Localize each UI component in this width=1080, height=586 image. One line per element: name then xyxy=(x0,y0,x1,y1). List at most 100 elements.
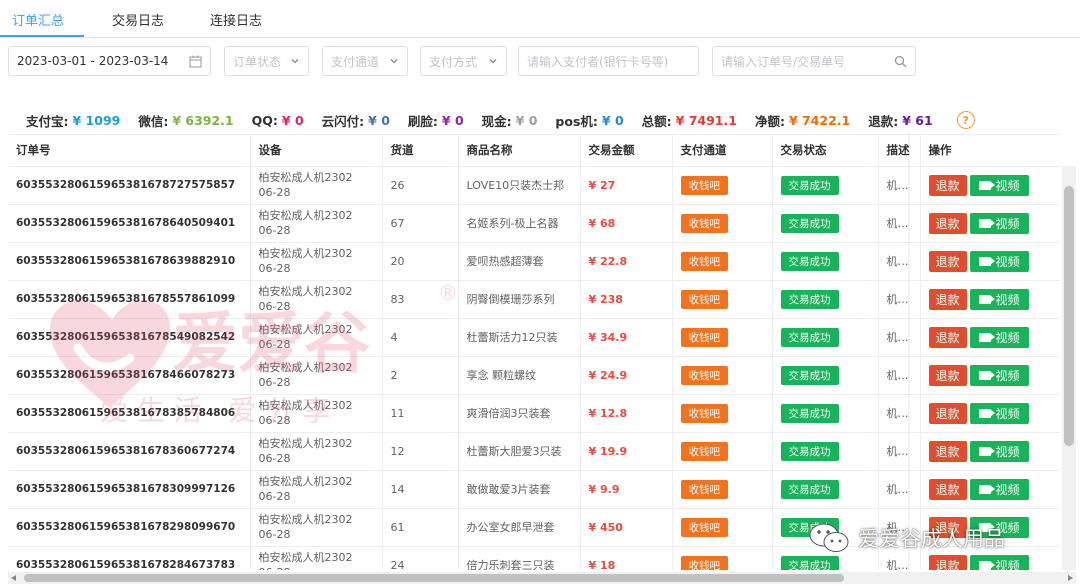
status-cell: 交易成功 xyxy=(772,318,879,357)
amount-cell: ¥ 68 xyxy=(580,204,673,243)
scroll-left-arrow-icon[interactable] xyxy=(11,575,16,581)
video-button[interactable]: 视频 xyxy=(969,440,1029,462)
pay-channel-tag: 收钱吧 xyxy=(680,365,728,385)
summary-value: ¥ 0 xyxy=(281,112,304,128)
video-button-label: 视频 xyxy=(995,444,1020,459)
description-cell: 机器出货 xyxy=(878,356,921,395)
video-camera-icon xyxy=(978,408,995,418)
order-number-cell: 603553280615965381678640509401 xyxy=(8,204,251,243)
device-cell: 柏安松成人机2302 06-28 xyxy=(250,356,383,395)
column-header: 操作 xyxy=(920,135,1060,167)
summary-value: ¥ 0 xyxy=(368,112,390,128)
status-cell: 交易成功 xyxy=(772,470,879,509)
pay-channel-cell: 收钱吧 xyxy=(672,394,773,433)
refund-button[interactable]: 退款 xyxy=(928,402,967,424)
refund-button[interactable]: 退款 xyxy=(928,288,967,310)
video-button[interactable]: 视频 xyxy=(969,174,1029,196)
refund-button[interactable]: 退款 xyxy=(928,478,967,500)
column-header: 支付通道 xyxy=(672,135,773,167)
video-button[interactable]: 视频 xyxy=(969,478,1029,500)
description-cell: 机器出货 xyxy=(878,394,921,433)
refund-button[interactable]: 退款 xyxy=(928,250,967,272)
order-table: 订单号 设备 货道 商品名称 交易金额 支付通道 交易状态 描述 操作 603553280615… xyxy=(8,134,1060,570)
tab-connection-log[interactable]: 连接日志 xyxy=(210,10,262,29)
status-badge: 交易成功 xyxy=(780,479,839,499)
chevron-down-icon xyxy=(390,59,398,64)
summary-item: 刷脸: ¥ 0 xyxy=(408,111,464,130)
refund-button[interactable]: 退款 xyxy=(928,326,967,348)
vertical-scroll-thumb[interactable] xyxy=(1064,186,1074,446)
video-button[interactable]: 视频 xyxy=(969,212,1029,234)
pay-channel-select[interactable]: 支付通道 xyxy=(322,46,408,76)
device-cell: 柏安松成人机2302 06-28 xyxy=(250,508,383,547)
status-cell: 交易成功 xyxy=(772,508,879,547)
table-row: 603553280615965381678557861099 柏安松成人机2302… xyxy=(8,280,1060,319)
table-row: 603553280615965381678309997126 柏安松成人机2302… xyxy=(8,470,1060,509)
payer-search-placeholder: 请输入支付者(银行卡号等) xyxy=(527,54,669,69)
video-button[interactable]: 视频 xyxy=(969,516,1029,538)
status-badge: 交易成功 xyxy=(780,175,839,195)
device-cell: 柏安松成人机2302 06-28 xyxy=(250,432,383,471)
video-button-label: 视频 xyxy=(995,368,1020,383)
status-badge: 交易成功 xyxy=(780,365,839,385)
column-header: 订单号 xyxy=(8,135,251,167)
order-number-cell: 603553280615965381678309997126 xyxy=(8,470,251,509)
device-cell: 柏安松成人机2302 06-28 xyxy=(250,546,383,570)
actions-cell: 退款 视频 xyxy=(920,318,1060,357)
pay-channel-tag: 收钱吧 xyxy=(680,213,728,233)
order-number-cell: 603553280615965381678466078273 xyxy=(8,356,251,395)
help-icon[interactable]: ? xyxy=(956,111,975,129)
video-button[interactable]: 视频 xyxy=(969,250,1029,272)
horizontal-scrollbar[interactable] xyxy=(8,572,1076,584)
order-status-select[interactable]: 订单状态 xyxy=(224,46,309,76)
refund-button[interactable]: 退款 xyxy=(928,212,967,234)
table-row: 603553280615965381678360677274 柏安松成人机2302… xyxy=(8,432,1060,471)
chevron-down-icon xyxy=(489,59,497,64)
description-cell: 机器出货 xyxy=(878,204,921,243)
search-icon[interactable] xyxy=(894,55,907,68)
date-range-picker[interactable]: 2023-03-01 - 2023-03-14 xyxy=(8,46,211,76)
scroll-right-arrow-icon[interactable] xyxy=(1068,575,1073,581)
refund-button[interactable]: 退款 xyxy=(928,554,967,570)
summary-item: 支付宝: ¥ 1099 xyxy=(26,111,120,130)
video-button[interactable]: 视频 xyxy=(969,326,1029,348)
summary-item: 净额: ¥ 7422.1 xyxy=(755,111,850,130)
order-search-input[interactable]: 请输入订单号/交易单号 xyxy=(712,46,916,76)
status-cell: 交易成功 xyxy=(772,242,879,281)
refund-button[interactable]: 退款 xyxy=(928,364,967,386)
horizontal-scroll-thumb[interactable] xyxy=(24,574,844,582)
pay-channel-cell: 收钱吧 xyxy=(672,166,773,205)
refund-button[interactable]: 退款 xyxy=(928,440,967,462)
amount-cell: ¥ 22.8 xyxy=(580,242,673,281)
pay-channel-tag: 收钱吧 xyxy=(680,517,728,537)
video-button[interactable]: 视频 xyxy=(969,364,1029,386)
column-header: 货道 xyxy=(382,135,459,167)
column-header: 设备 xyxy=(250,135,383,167)
tab-transaction-log[interactable]: 交易日志 xyxy=(112,10,164,29)
lane-cell: 83 xyxy=(382,280,459,319)
refund-button[interactable]: 退款 xyxy=(928,516,967,538)
device-cell: 柏安松成人机2302 06-28 xyxy=(250,318,383,357)
pay-channel-tag: 收钱吧 xyxy=(680,403,728,423)
tab-order-summary[interactable]: 订单汇总 xyxy=(12,10,64,29)
summary-value: ¥ 7491.1 xyxy=(675,112,737,128)
actions-cell: 退款 视频 xyxy=(920,204,1060,243)
video-button[interactable]: 视频 xyxy=(969,402,1029,424)
order-status-value: 订单状态 xyxy=(233,54,282,69)
table-row: 603553280615965381678639882910 柏安松成人机2302… xyxy=(8,242,1060,281)
video-camera-icon xyxy=(978,370,995,380)
video-button[interactable]: 视频 xyxy=(969,554,1029,570)
lane-cell: 11 xyxy=(382,394,459,433)
video-button-label: 视频 xyxy=(995,520,1020,535)
video-button-label: 视频 xyxy=(995,330,1020,345)
vertical-scrollbar[interactable] xyxy=(1062,166,1076,570)
pay-channel-cell: 收钱吧 xyxy=(672,432,773,471)
payer-search-input[interactable]: 请输入支付者(银行卡号等) xyxy=(518,46,699,76)
date-range-value: 2023-03-01 - 2023-03-14 xyxy=(17,54,169,68)
video-button[interactable]: 视频 xyxy=(969,288,1029,310)
summary-item: 总额: ¥ 7491.1 xyxy=(642,111,737,130)
refund-button[interactable]: 退款 xyxy=(928,174,967,196)
pay-channel-tag: 收钱吧 xyxy=(680,175,728,195)
amount-cell: ¥ 27 xyxy=(580,166,673,205)
pay-method-select[interactable]: 支付方式 xyxy=(420,46,507,76)
